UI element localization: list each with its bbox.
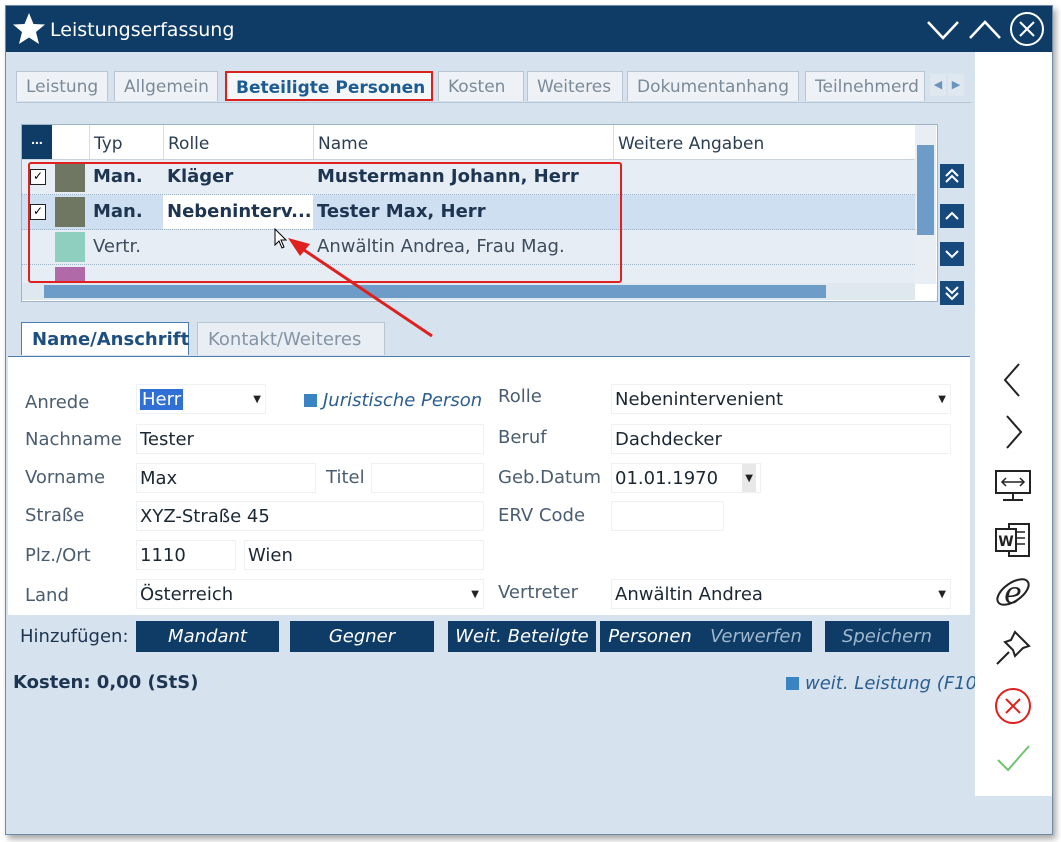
- label-plz-ort: Plz./Ort: [25, 545, 91, 566]
- label-gebdatum: Geb.Datum: [498, 467, 602, 488]
- add-gegner-button[interactable]: Gegner: [290, 621, 434, 652]
- rolle-value: Nebenintervenient: [615, 389, 784, 410]
- label-land: Land: [25, 585, 69, 606]
- dropdown-arrow-icon: ▼: [253, 394, 261, 405]
- calendar-dropdown-icon[interactable]: ▼: [742, 464, 756, 492]
- add-weitere-beteiligte-button[interactable]: Weit. Beteilgte: [448, 621, 596, 652]
- add-personen-button[interactable]: Personen: [600, 621, 700, 652]
- scroll-thumb[interactable]: [917, 145, 934, 235]
- weitere-leistung-checkbox[interactable]: weit. Leistung (F10): [786, 673, 984, 694]
- nachname-field[interactable]: Tester: [136, 424, 484, 454]
- grid-menu-button[interactable]: ...: [22, 125, 52, 159]
- tab-allgemein[interactable]: Allgemein: [114, 71, 218, 101]
- tab-divider: [16, 102, 971, 103]
- beruf-field[interactable]: Dachdecker: [611, 424, 951, 454]
- word-icon[interactable]: W: [993, 520, 1033, 560]
- gebdatum-field[interactable]: 01.01.1970 ▼: [611, 463, 761, 493]
- move-bottom-icon[interactable]: [940, 281, 964, 305]
- dropdown-arrow-icon: ▼: [938, 394, 946, 405]
- label-nachname: Nachname: [25, 429, 122, 450]
- column-typ[interactable]: Typ: [89, 125, 163, 159]
- titel-field[interactable]: [371, 463, 484, 493]
- internet-explorer-icon[interactable]: e: [993, 572, 1033, 612]
- svg-text:W: W: [998, 534, 1013, 550]
- add-mandant-button[interactable]: Mandant: [136, 621, 279, 652]
- checkbox-square-icon: [304, 394, 317, 407]
- ok-check-icon[interactable]: [993, 738, 1033, 778]
- label-vorname: Vorname: [25, 467, 106, 488]
- label-vertreter: Vertreter: [498, 582, 579, 603]
- checkbox-square-icon: [786, 677, 799, 690]
- next-icon[interactable]: [993, 412, 1033, 452]
- vorname-field[interactable]: Max: [136, 463, 316, 493]
- anrede-select[interactable]: Herr ▼: [136, 384, 266, 414]
- action-bar: Hinzufügen: Mandant Gegner Weit. Beteilg…: [8, 616, 970, 656]
- hinzufuegen-label: Hinzufügen:: [20, 626, 129, 647]
- tab-teilnehmerdaten[interactable]: Teilnehmerd: [805, 71, 925, 101]
- label-rolle: Rolle: [498, 386, 542, 407]
- pin-icon[interactable]: [993, 628, 1033, 668]
- plz-field[interactable]: 1110: [136, 540, 236, 570]
- chevron-down-icon[interactable]: [924, 10, 962, 48]
- tab-name-anschrift[interactable]: Name/Anschrift: [21, 322, 189, 355]
- tab-dokumentanhang[interactable]: Dokumentanhang: [627, 71, 799, 101]
- label-beruf: Beruf: [498, 427, 547, 448]
- label-titel: Titel: [326, 467, 365, 488]
- move-down-icon[interactable]: [940, 242, 964, 266]
- move-top-icon[interactable]: [940, 164, 964, 188]
- column-rolle[interactable]: Rolle: [163, 125, 313, 159]
- land-select[interactable]: Österreich ▼: [136, 579, 484, 609]
- window-title: Leistungserfassung: [50, 19, 235, 41]
- anrede-value: Herr: [140, 389, 184, 410]
- verwerfen-button[interactable]: Verwerfen: [700, 621, 812, 652]
- close-circle-icon[interactable]: [1008, 10, 1046, 48]
- label-strasse: Straße: [25, 505, 85, 526]
- tab-leistung[interactable]: Leistung: [16, 71, 108, 101]
- person-form: Anrede Herr ▼ Juristische Person Nachnam…: [8, 356, 970, 615]
- vertical-scrollbar[interactable]: [915, 125, 936, 284]
- chevron-up-icon[interactable]: [966, 10, 1004, 48]
- tab-kosten[interactable]: Kosten: [438, 71, 524, 101]
- tab-beteiligte-personen[interactable]: Beteiligte Personen: [225, 71, 433, 101]
- erv-code-field[interactable]: [611, 501, 724, 531]
- screen-resize-icon[interactable]: [993, 466, 1033, 506]
- dropdown-arrow-icon: ▼: [471, 589, 479, 600]
- ort-field[interactable]: Wien: [244, 540, 484, 570]
- vertreter-value: Anwältin Andrea: [615, 584, 763, 605]
- tab-scroll-right[interactable]: ▶: [948, 74, 964, 96]
- juristische-person-checkbox[interactable]: Juristische Person: [304, 390, 482, 411]
- move-up-icon[interactable]: [940, 204, 964, 228]
- strasse-field[interactable]: XYZ-Straße 45: [136, 501, 484, 531]
- vertreter-select[interactable]: Anwältin Andrea ▼: [611, 579, 951, 609]
- grid-header: ... Typ Rolle Name Weitere Angaben: [22, 125, 915, 160]
- land-value: Österreich: [140, 584, 234, 605]
- title-bar: Leistungserfassung: [6, 6, 1052, 52]
- right-toolbar: W e: [975, 52, 1052, 796]
- speichern-button[interactable]: Speichern: [825, 621, 949, 652]
- mouse-cursor: [274, 228, 288, 249]
- cancel-icon[interactable]: [993, 686, 1033, 726]
- tab-weiteres[interactable]: Weiteres: [527, 71, 623, 101]
- rolle-select[interactable]: Nebenintervenient ▼: [611, 384, 951, 414]
- star-icon[interactable]: [12, 12, 46, 46]
- kosten-summary: Kosten: 0,00 (StS): [13, 672, 199, 693]
- column-weitere-angaben[interactable]: Weitere Angaben: [613, 125, 915, 159]
- main-window: Leistungserfassung Leistung Allgemein Be…: [5, 5, 1053, 835]
- horizontal-scrollbar[interactable]: [22, 283, 915, 300]
- label-anrede: Anrede: [25, 392, 90, 413]
- gebdatum-value: 01.01.1970: [615, 468, 719, 489]
- red-arrow-annotation: [288, 238, 433, 338]
- label-erv-code: ERV Code: [498, 505, 586, 526]
- tab-scroll-left[interactable]: ◀: [930, 74, 946, 96]
- dropdown-arrow-icon: ▼: [938, 589, 946, 600]
- previous-icon[interactable]: [993, 360, 1033, 400]
- content-area: Leistung Allgemein Beteiligte Personen K…: [6, 52, 984, 834]
- column-name[interactable]: Name: [313, 125, 613, 159]
